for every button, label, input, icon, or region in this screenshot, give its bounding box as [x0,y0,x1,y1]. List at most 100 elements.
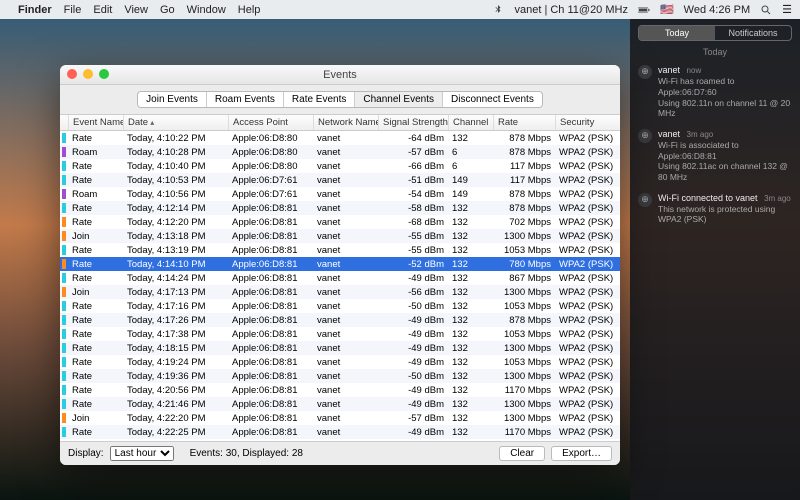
battery-icon[interactable] [638,4,650,16]
titlebar[interactable]: Events [60,65,620,85]
cell-signal: -58 dBm [378,203,448,214]
clear-button[interactable]: Clear [499,446,545,461]
col-header[interactable]: Event Name [69,115,124,130]
cell-net: vanet [313,273,378,284]
nc-item-body: Wi-Fi has roamed to Apple:06:D7:60 [658,76,792,97]
table-row[interactable]: RateToday, 4:22:25 PMApple:06:D8:81vanet… [60,425,620,439]
keyboard-icon[interactable]: 🇺🇸 [660,3,674,16]
cell-channel: 132 [448,385,493,396]
table-row[interactable]: RateToday, 4:19:36 PMApple:06:D8:81vanet… [60,369,620,383]
tab-rate-events[interactable]: Rate Events [284,92,355,107]
menu-file[interactable]: File [64,4,82,16]
table-row[interactable]: JoinToday, 4:17:13 PMApple:06:D8:81vanet… [60,285,620,299]
zoom-icon[interactable] [99,69,109,79]
table-row[interactable]: RateToday, 4:21:46 PMApple:06:D8:81vanet… [60,397,620,411]
notifications-icon[interactable]: ☰ [782,3,792,16]
cell-rate: 1300 Mbps [493,343,555,354]
tab-channel-events[interactable]: Channel Events [355,92,443,107]
cell-net: vanet [313,413,378,424]
cell-date: Today, 4:17:16 PM [123,301,228,312]
table-row[interactable]: RateToday, 4:17:16 PMApple:06:D8:81vanet… [60,299,620,313]
cell-ap: Apple:06:D8:81 [228,315,313,326]
nc-tab-notifications[interactable]: Notifications [715,26,791,40]
cell-security: WPA2 (PSK) [555,175,620,186]
window-title: Events [323,69,357,81]
cell-event: Rate [68,133,123,144]
cell-rate: 867 Mbps [493,273,555,284]
table-row[interactable]: RateToday, 4:12:20 PMApple:06:D8:81vanet… [60,215,620,229]
table-row[interactable]: RoamToday, 4:10:56 PMApple:06:D7:61vanet… [60,187,620,201]
col-header[interactable]: Signal Strength [379,115,449,130]
cell-channel: 132 [448,287,493,298]
col-header[interactable]: Date [124,115,229,130]
col-header[interactable] [60,115,69,130]
menu-help[interactable]: Help [238,4,261,16]
clock[interactable]: Wed 4:26 PM [684,4,750,16]
cell-channel: 132 [448,273,493,284]
cell-rate: 878 Mbps [493,189,555,200]
cell-security: WPA2 (PSK) [555,343,620,354]
row-color-icon [62,147,66,157]
row-color-icon [62,273,66,283]
cell-ap: Apple:06:D7:61 [228,175,313,186]
table-row[interactable]: RateToday, 4:12:14 PMApple:06:D8:81vanet… [60,201,620,215]
table-row[interactable]: RateToday, 4:17:38 PMApple:06:D8:81vanet… [60,327,620,341]
nc-item[interactable]: ⊕ Wi-Fi connected to vanet 3m ago This n… [630,189,800,232]
wifi-status[interactable]: vanet | Ch 11@20 MHz [514,4,627,16]
nc-item-title: vanet [658,65,680,75]
cell-security: WPA2 (PSK) [555,371,620,382]
cell-net: vanet [313,287,378,298]
export-button[interactable]: Export… [551,446,612,461]
cell-rate: 1300 Mbps [493,287,555,298]
tab-join-events[interactable]: Join Events [138,92,207,107]
table-row[interactable]: RateToday, 4:10:22 PMApple:06:D8:80vanet… [60,131,620,145]
table-header: Event NameDateAccess PointNetwork NameSi… [60,114,620,131]
table-row[interactable]: RateToday, 4:20:56 PMApple:06:D8:81vanet… [60,383,620,397]
table-row[interactable]: RoamToday, 4:10:28 PMApple:06:D8:80vanet… [60,145,620,159]
cell-ap: Apple:06:D8:81 [228,413,313,424]
col-header[interactable]: Network Name [314,115,379,130]
bluetooth-icon[interactable] [492,4,504,16]
display-select[interactable]: Last hour [110,446,174,461]
minimize-icon[interactable] [83,69,93,79]
window-footer: Display: Last hour Events: 30, Displayed… [60,441,620,465]
cell-rate: 878 Mbps [493,203,555,214]
nc-item[interactable]: ⊕ vanet now Wi-Fi has roamed to Apple:06… [630,61,800,125]
table-row[interactable]: RateToday, 4:19:24 PMApple:06:D8:81vanet… [60,355,620,369]
table-row[interactable]: RateToday, 4:10:53 PMApple:06:D7:61vanet… [60,173,620,187]
col-header[interactable]: Security [556,115,620,130]
col-header[interactable]: Rate [494,115,556,130]
cell-event: Rate [68,273,123,284]
table-row[interactable]: RateToday, 4:10:40 PMApple:06:D8:80vanet… [60,159,620,173]
menu-app[interactable]: Finder [18,4,52,16]
menu-window[interactable]: Window [187,4,226,16]
table-row[interactable]: RateToday, 4:14:10 PMApple:06:D8:81vanet… [60,257,620,271]
cell-rate: 1300 Mbps [493,413,555,424]
col-header[interactable]: Access Point [229,115,314,130]
cell-signal: -55 dBm [378,231,448,242]
menu-go[interactable]: Go [160,4,175,16]
search-icon[interactable] [760,4,772,16]
cell-event: Rate [68,175,123,186]
row-color-icon [62,259,66,269]
nc-tab-today[interactable]: Today [639,26,715,40]
col-header[interactable]: Channel [449,115,494,130]
cell-event: Rate [68,427,123,438]
nc-item[interactable]: ⊕ vanet 3m ago Wi-Fi is associated to Ap… [630,125,800,189]
tab-disconnect-events[interactable]: Disconnect Events [443,92,542,107]
table-body[interactable]: RateToday, 4:10:22 PMApple:06:D8:80vanet… [60,131,620,441]
table-row[interactable]: RateToday, 4:13:19 PMApple:06:D8:81vanet… [60,243,620,257]
table-row[interactable]: RateToday, 4:18:15 PMApple:06:D8:81vanet… [60,341,620,355]
table-row[interactable]: JoinToday, 4:22:20 PMApple:06:D8:81vanet… [60,411,620,425]
menu-view[interactable]: View [124,4,148,16]
menu-edit[interactable]: Edit [93,4,112,16]
cell-channel: 132 [448,301,493,312]
tab-roam-events[interactable]: Roam Events [207,92,284,107]
table-row[interactable]: RateToday, 4:14:24 PMApple:06:D8:81vanet… [60,271,620,285]
cell-date: Today, 4:14:10 PM [123,259,228,270]
close-icon[interactable] [67,69,77,79]
row-color-icon [62,161,66,171]
table-row[interactable]: RateToday, 4:17:26 PMApple:06:D8:81vanet… [60,313,620,327]
row-color-icon [62,343,66,353]
table-row[interactable]: JoinToday, 4:13:18 PMApple:06:D8:81vanet… [60,229,620,243]
